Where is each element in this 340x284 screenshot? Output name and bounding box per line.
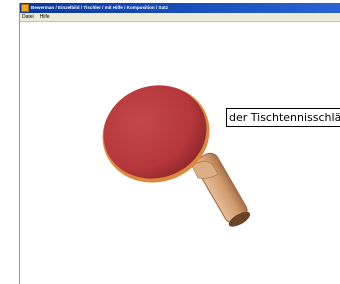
window-title: Bewerman / Einzelbild / Tischler / mit H… — [31, 5, 168, 10]
title-bar[interactable]: Bewerman / Einzelbild / Tischler / mit H… — [20, 3, 340, 13]
content-area: der Tischtennisschläger — [20, 22, 340, 284]
menu-bar: Datei Hilfe — [20, 13, 340, 22]
application-window: Bewerman / Einzelbild / Tischler / mit H… — [19, 3, 340, 284]
caption-label: der Tischtennisschläger — [226, 108, 340, 127]
menu-item-hilfe[interactable]: Hilfe — [40, 13, 50, 21]
app-icon[interactable] — [21, 4, 29, 12]
table-tennis-bat-image[interactable] — [100, 82, 250, 242]
menu-item-datei[interactable]: Datei — [22, 13, 34, 21]
